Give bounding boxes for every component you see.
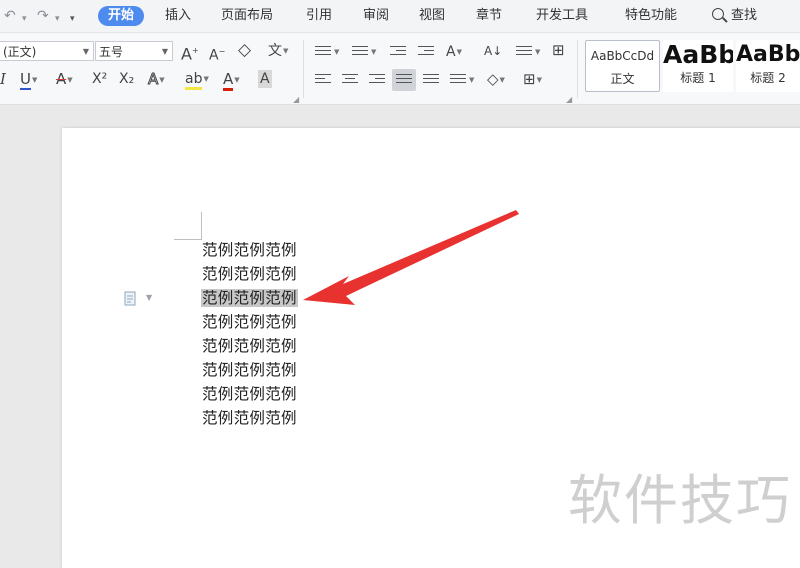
style-heading-1-sample: AaBb — [663, 40, 733, 69]
document-text[interactable]: 范例范例范例 范例范例范例 范例范例范例 范例范例范例 范例范例范例 范例范例范… — [201, 238, 298, 430]
text-direction-dropdown-icon[interactable]: ▼ — [534, 43, 540, 62]
redo-icon[interactable]: ↷ — [37, 8, 49, 24]
line-spacing-icon[interactable] — [450, 74, 466, 86]
line-spacing-dropdown-icon[interactable]: ▼ — [468, 71, 474, 90]
justify-icon — [396, 74, 412, 86]
text-line-selected: 范例范例范例 — [201, 289, 298, 307]
outdent-icon[interactable] — [390, 46, 406, 58]
customize-toolbar-icon[interactable]: ▾ — [70, 11, 75, 27]
tab-view[interactable]: 视图 — [419, 6, 445, 26]
style-heading-1[interactable]: AaBb 标题 1 — [663, 40, 733, 92]
margin-corner-mark — [174, 212, 202, 240]
strikethrough-icon: A — [56, 70, 67, 88]
char-shading-button[interactable]: A — [258, 70, 272, 88]
phonetic-guide-button[interactable]: 文▼ — [268, 42, 288, 60]
tab-special-features[interactable]: 特色功能 — [625, 6, 677, 26]
text-line: 范例范例范例 — [202, 409, 297, 427]
undo-dropdown-icon[interactable]: ▾ — [22, 11, 27, 27]
style-heading-2[interactable]: AaBb 标题 2 — [736, 40, 800, 92]
text-line: 范例范例范例 — [202, 241, 297, 259]
shading-icon[interactable]: ◇▼ — [487, 70, 505, 89]
underline-icon: U — [20, 70, 31, 90]
watermark: 软件技巧 — [568, 469, 792, 532]
tab-references[interactable]: 引用 — [306, 6, 332, 26]
tab-review[interactable]: 审阅 — [363, 6, 389, 26]
chinese-layout-button[interactable]: A▼ — [446, 43, 462, 61]
style-normal[interactable]: AaBbCcDd 正文 — [585, 40, 660, 92]
strikethrough-button[interactable]: A▼ — [56, 70, 73, 89]
undo-icon[interactable]: ↶ — [4, 8, 16, 24]
highlight-button[interactable]: ab▼ — [185, 70, 209, 90]
tab-chapter[interactable]: 章节 — [476, 6, 502, 26]
chevron-down-icon: ▼ — [82, 47, 89, 56]
grow-font-button[interactable]: A+ — [181, 42, 199, 63]
subscript-button[interactable]: X₂ — [119, 70, 134, 88]
style-heading-1-label: 标题 1 — [680, 71, 716, 85]
text-line: 范例范例范例 — [202, 313, 297, 331]
chinese-layout-icon: A — [446, 44, 456, 60]
chevron-down-icon: ▼ — [161, 47, 168, 56]
numbering-icon[interactable] — [352, 46, 368, 58]
style-heading-2-sample: AaBb — [736, 42, 800, 67]
tab-developer[interactable]: 开发工具 — [536, 6, 588, 26]
text-line: 范例范例范例 — [202, 265, 297, 283]
italic-button[interactable]: I — [0, 70, 6, 88]
align-left-icon[interactable] — [315, 74, 331, 86]
text-line: 范例范例范例 — [202, 361, 297, 379]
text-line: 范例范例范例 — [202, 385, 297, 403]
font-size-select[interactable]: 五号 ▼ — [95, 41, 173, 61]
font-color-icon: A — [223, 70, 234, 91]
text-effect-button[interactable]: A▼ — [147, 70, 164, 89]
search-icon[interactable] — [712, 8, 724, 20]
style-normal-sample: AaBbCcDd — [590, 49, 655, 63]
search-label[interactable]: 查找 — [731, 6, 757, 26]
superscript-button[interactable]: X² — [92, 70, 107, 88]
ribbon-separator — [303, 40, 304, 98]
text-direction-icon[interactable] — [516, 46, 532, 58]
font-name-value: (正文) — [3, 45, 37, 59]
shrink-font-button[interactable]: A− — [209, 43, 225, 65]
tab-insert[interactable]: 插入 — [165, 6, 191, 26]
text-effect-icon: A — [147, 70, 159, 89]
redo-dropdown-icon[interactable]: ▾ — [55, 11, 60, 27]
distribute-icon[interactable] — [423, 74, 439, 86]
underline-button[interactable]: U▼ — [20, 70, 37, 90]
style-normal-label: 正文 — [610, 72, 635, 86]
eraser-icon[interactable]: ◇ — [238, 41, 251, 59]
text-line: 范例范例范例 — [202, 337, 297, 355]
style-heading-2-label: 标题 2 — [750, 71, 786, 85]
table-icon[interactable]: ⊞ — [552, 41, 565, 59]
indent-icon[interactable] — [418, 46, 434, 58]
paragraph-dropdown-icon[interactable]: ▼ — [146, 293, 152, 302]
paragraph-icon[interactable] — [124, 291, 138, 307]
align-center-icon[interactable] — [342, 74, 358, 86]
bullets-icon[interactable] — [315, 46, 331, 58]
menu-bar: ↶ ▾ ↷ ▾ ▾ 开始 插入 页面布局 引用 审阅 视图 章节 开发工具 特色… — [0, 0, 800, 33]
tab-page-layout[interactable]: 页面布局 — [221, 6, 273, 26]
shrink-font-icon: A — [209, 47, 219, 64]
tab-home[interactable]: 开始 — [98, 6, 145, 26]
borders-icon[interactable]: ⊞▼ — [523, 70, 542, 89]
font-dialog-launcher-icon[interactable]: ◢ — [293, 95, 299, 104]
grow-font-icon: A — [181, 44, 192, 64]
bullets-dropdown-icon[interactable]: ▼ — [333, 43, 339, 62]
paragraph-dialog-launcher-icon[interactable]: ◢ — [566, 95, 572, 104]
ribbon-separator — [577, 40, 578, 98]
font-name-select[interactable]: (正文) ▼ — [0, 41, 94, 61]
numbering-dropdown-icon[interactable]: ▼ — [370, 43, 376, 62]
align-right-icon[interactable] — [369, 74, 385, 86]
highlight-icon: ab — [185, 71, 203, 90]
phonetic-icon: 文 — [268, 43, 282, 59]
font-color-button[interactable]: A▼ — [223, 70, 240, 91]
font-size-value: 五号 — [99, 45, 124, 59]
sort-button[interactable]: A↓ — [484, 42, 502, 60]
